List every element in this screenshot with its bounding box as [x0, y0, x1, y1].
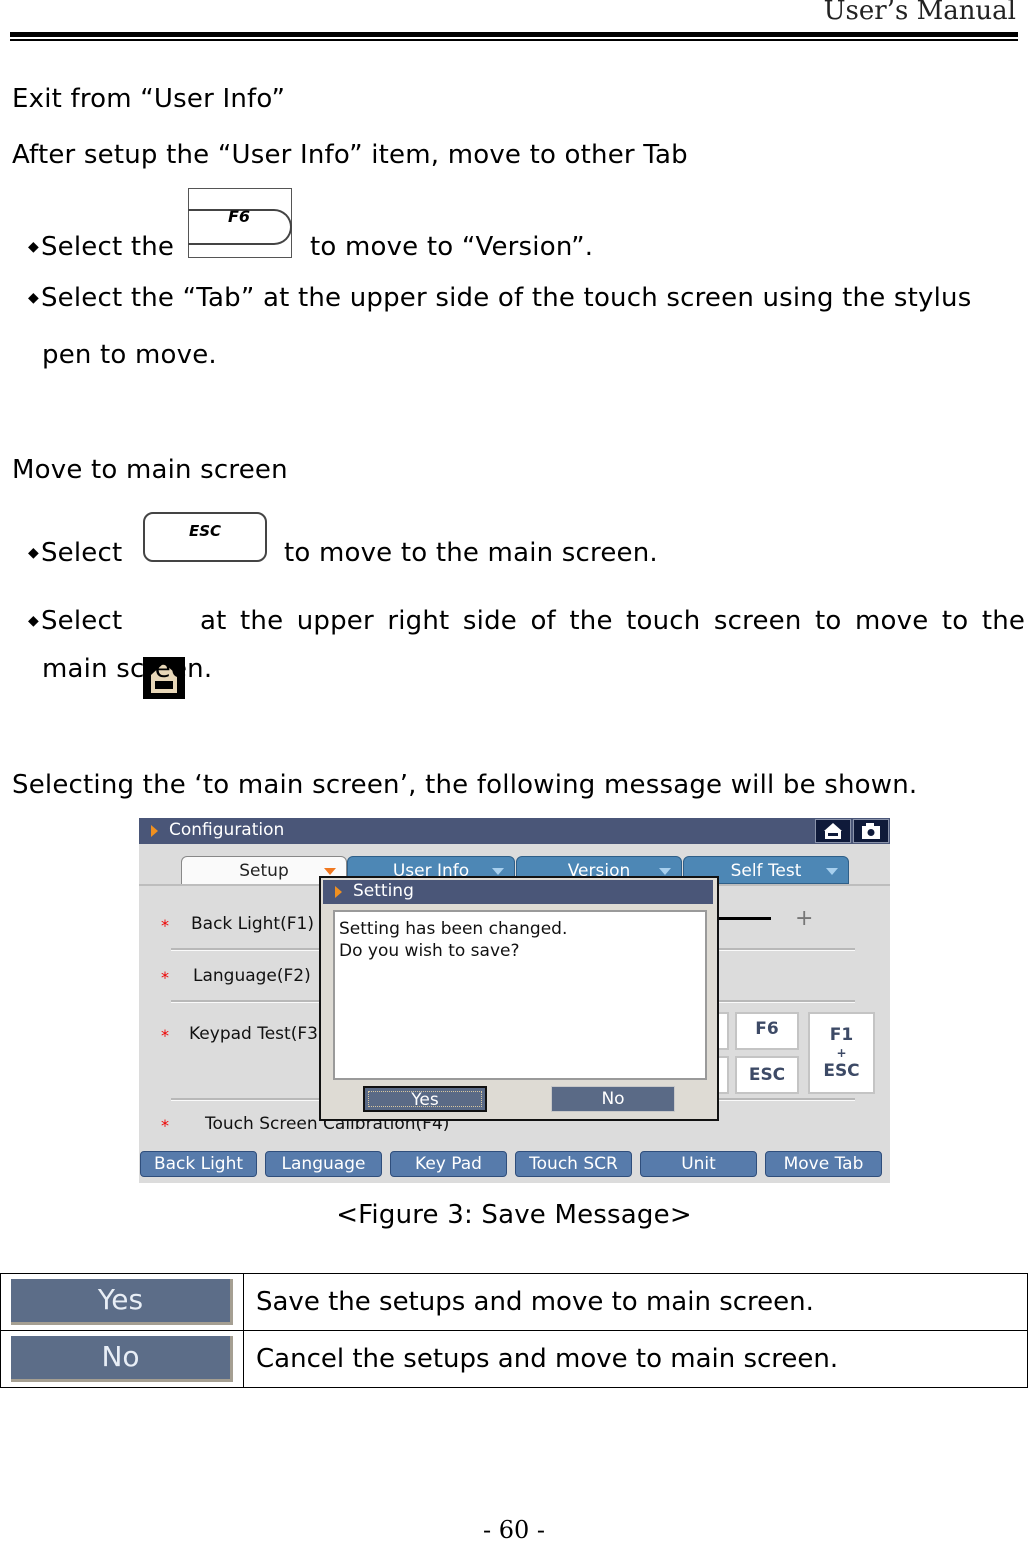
combo-key-plus: + — [836, 1046, 847, 1060]
section-heading-exit: Exit from “User Info” — [12, 84, 286, 114]
bullet-select-home: ◆Select — [28, 606, 122, 636]
bottom-button-move-tab[interactable]: Move Tab — [765, 1151, 882, 1177]
bullet-diamond-icon: ◆ — [28, 239, 39, 255]
page-number: - 60 - — [482, 1516, 545, 1544]
backlight-slider-track[interactable] — [719, 917, 771, 920]
figure-caption: <Figure 3: Save Message> — [336, 1200, 692, 1230]
bottom-button-key-pad[interactable]: Key Pad — [390, 1151, 507, 1177]
keypad-key-f1-esc[interactable]: F1 + ESC — [808, 1012, 875, 1094]
no-button-image: No — [11, 1336, 233, 1382]
bullet-text: Select — [40, 606, 123, 636]
setting-row-keypad-test[interactable]: Keypad Test(F3 — [189, 1024, 318, 1044]
header-rule-thin — [10, 39, 1018, 41]
bullet-text: Select — [40, 538, 123, 568]
dialog-message-line: Do you wish to save? — [339, 941, 520, 961]
esc-key-label: ESC — [188, 522, 222, 540]
bullet-text-continued: pen to move. — [42, 340, 217, 370]
dialog-no-label: No — [601, 1089, 625, 1109]
chevron-down-icon — [324, 868, 336, 875]
chevron-down-icon — [492, 868, 504, 875]
chevron-down-icon — [659, 868, 671, 875]
bottom-button-back-light[interactable]: Back Light — [140, 1151, 257, 1177]
bullet-diamond-icon: ◆ — [28, 290, 39, 306]
dialog-message: Setting has been changed. Do you wish to… — [333, 910, 707, 1080]
setting-row-backlight[interactable]: Back Light(F1) — [191, 914, 314, 934]
yes-button-image: Yes — [11, 1279, 233, 1325]
bullet-diamond-icon: ◆ — [28, 613, 39, 629]
required-star-icon: * — [161, 968, 169, 987]
table-row: No Cancel the setups and move to main sc… — [0, 1330, 1028, 1388]
table-cell-description: Save the setups and move to main screen. — [243, 1273, 1028, 1331]
home-icon[interactable] — [815, 819, 851, 843]
bullet-text: at the upper right side of the touch scr… — [200, 606, 1026, 636]
window-title: Configuration — [169, 820, 285, 840]
table-cell-button: No — [0, 1330, 244, 1388]
bottom-button-unit[interactable]: Unit — [640, 1151, 757, 1177]
required-star-icon: * — [161, 916, 169, 935]
combo-key-bottom: ESC — [823, 1061, 860, 1081]
plus-icon[interactable]: + — [795, 906, 813, 931]
dialog-titlebar: Setting — [323, 880, 713, 904]
bullet-select-f6: ◆Select the — [28, 232, 174, 262]
bullet-text-continued: main screen. — [42, 654, 213, 684]
bottom-button-touch-scr[interactable]: Touch SCR — [515, 1151, 632, 1177]
table-cell-button: Yes — [0, 1273, 244, 1331]
title-arrow-icon — [151, 825, 158, 837]
dialog-no-button[interactable]: No — [551, 1086, 675, 1112]
camera-icon[interactable] — [853, 819, 889, 843]
f6-key-image: F6 — [188, 188, 292, 258]
bottom-button-language[interactable]: Language — [265, 1151, 382, 1177]
bullet-text: Select the “Tab” at the upper side of th… — [40, 283, 972, 313]
combo-key-top: F1 — [829, 1025, 854, 1045]
keypad-key-esc[interactable]: ESC — [735, 1056, 799, 1094]
esc-key-image: ESC — [143, 512, 267, 562]
manual-header-title: User’s Manual — [823, 0, 1016, 26]
bullet-select-tab: ◆Select the “Tab” at the upper side of t… — [28, 283, 971, 313]
setting-row-language[interactable]: Language(F2) — [193, 966, 311, 986]
figure-save-message-screenshot: Configuration Setup User Info Version Se… — [139, 818, 890, 1183]
button-legend-table: Yes Save the setups and move to main scr… — [0, 1273, 1028, 1388]
keypad-key-f6[interactable]: F6 — [735, 1012, 799, 1050]
table-cell-description: Cancel the setups and move to main scree… — [243, 1330, 1028, 1388]
bullet-diamond-icon: ◆ — [28, 545, 39, 561]
f6-key-label: F6 — [227, 207, 251, 226]
dialog-message-line: Setting has been changed. — [339, 919, 568, 939]
table-row: Yes Save the setups and move to main scr… — [0, 1273, 1028, 1331]
bullet-text: to move to the main screen. — [284, 538, 658, 568]
tab-label: Setup — [239, 861, 289, 881]
selecting-text: Selecting the ‘to main screen’, the foll… — [12, 770, 918, 800]
required-star-icon: * — [161, 1116, 169, 1135]
section-heading-main: Move to main screen — [12, 455, 288, 485]
intro-text: After setup the “User Info” item, move t… — [12, 140, 688, 170]
tab-label: Self Test — [730, 861, 802, 881]
window-titlebar: Configuration — [139, 818, 890, 844]
save-dialog: Setting Setting has been changed. Do you… — [319, 876, 719, 1121]
dialog-yes-button[interactable]: Yes — [363, 1086, 487, 1112]
chevron-down-icon — [826, 868, 838, 875]
bullet-text: Select the — [40, 232, 175, 262]
title-arrow-icon — [335, 886, 342, 898]
header-rule-thick — [10, 32, 1018, 37]
bullet-text: to move to “Version”. — [310, 232, 594, 262]
required-star-icon: * — [161, 1026, 169, 1045]
bullet-select-esc: ◆Select — [28, 538, 122, 568]
dialog-title: Setting — [353, 881, 414, 901]
focus-ring — [368, 1091, 482, 1107]
